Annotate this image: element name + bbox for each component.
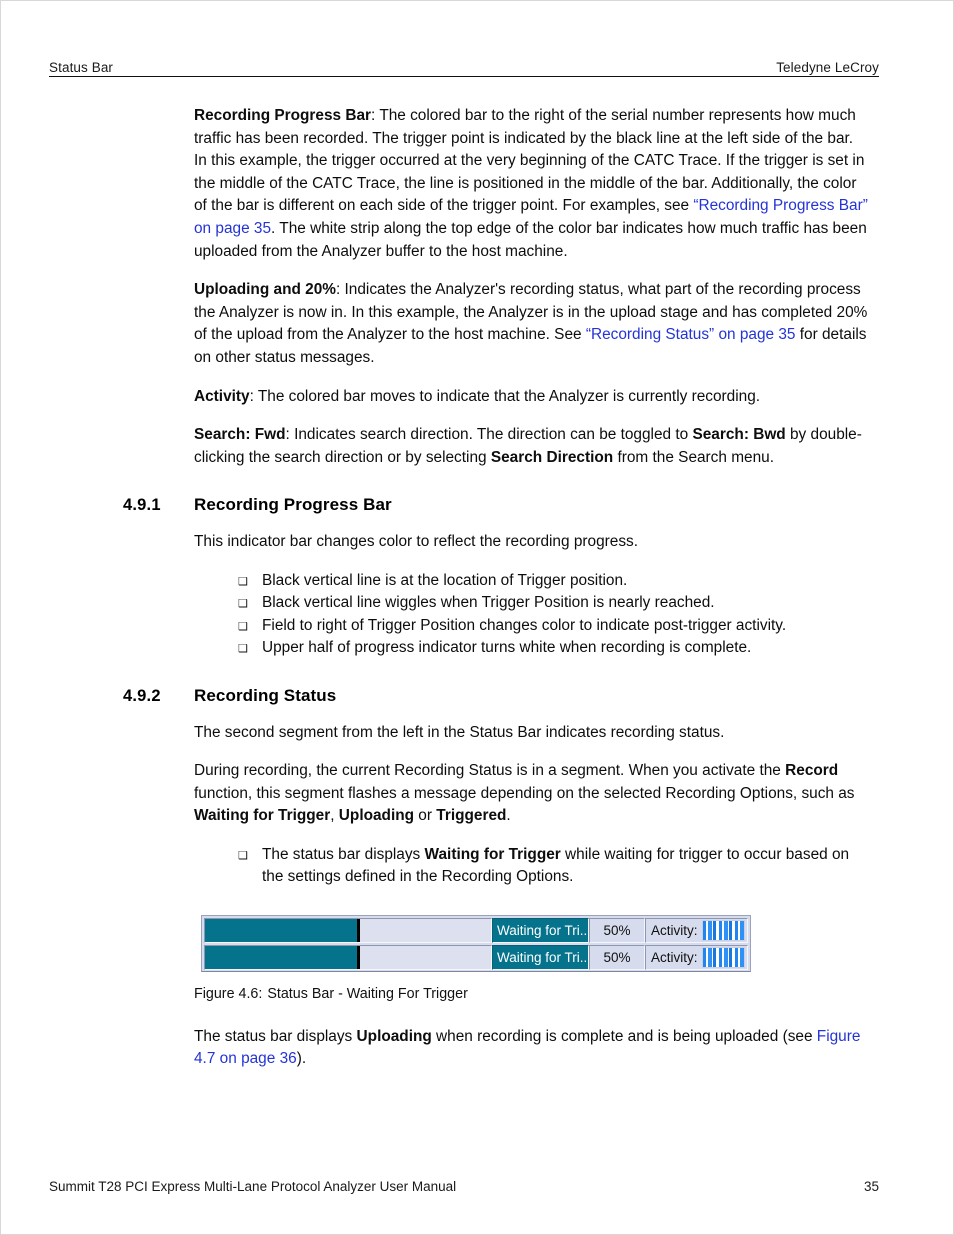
paragraph-492-text-b: function, this segment flashes a message… — [194, 784, 855, 802]
recording-progress-bar[interactable] — [204, 917, 492, 943]
term-search-direction: Search Direction — [490, 448, 614, 466]
status-bar-row: Waiting for Tri... 50% Activity: — [204, 917, 748, 943]
list-item: ❑ Black vertical line is at the location … — [238, 570, 870, 592]
footer-left-text: Summit T28 PCI Express Multi-Lane Protoc… — [49, 1179, 457, 1194]
bullet-list-492: ❑ The status bar displays Waiting for Tri… — [194, 844, 870, 889]
cross-reference-link-recording-status[interactable]: “Recording Status” on page 35 — [586, 326, 796, 343]
activity-label: Activity: — [651, 949, 698, 965]
paragraph-492-text-e: . — [506, 807, 511, 825]
term-triggered: Triggered — [436, 807, 507, 825]
activity-indicator-bar — [701, 946, 745, 968]
closing-text-b: when recording is complete and is being … — [431, 1027, 817, 1045]
recording-progress-bar[interactable] — [204, 944, 492, 970]
paragraph-search-fwd: Search: Fwd: Indicates search direction.… — [194, 424, 870, 469]
list-item: ❑ Upper half of progress indicator turns … — [238, 637, 870, 659]
term-search-fwd: Search: Fwd — [194, 426, 286, 444]
document-page: Status Bar Teledyne LeCroy Recording Pro… — [0, 0, 954, 1235]
recording-status-segment[interactable]: Waiting for Tri... — [492, 944, 589, 970]
paragraph-492-intro: The second segment from the left in the … — [194, 723, 725, 741]
percent-segment[interactable]: 50% — [589, 944, 645, 970]
term-waiting-for-trigger-bullet: Waiting for Trigger — [424, 845, 561, 863]
list-item: ❑ Black vertical line wiggles when Trigge… — [238, 592, 870, 614]
section-heading-4-9-2: 4.9.2 Recording Status — [123, 686, 870, 706]
square-bullet-icon: ❑ — [238, 849, 248, 862]
paragraph-recording-progress-bar: Recording Progress Bar: The colored bar … — [194, 105, 870, 263]
running-header: Status Bar Teledyne LeCroy — [49, 49, 879, 75]
paragraph-492-text-a: During recording, the current Recording … — [194, 762, 786, 780]
closing-text-a: The status bar displays — [194, 1027, 357, 1045]
paragraph-activity: Activity: The colored bar moves to indic… — [194, 386, 870, 409]
activity-indicator-bar — [701, 919, 745, 941]
paragraph-1-text-b: . The white strip along the top edge of … — [194, 219, 867, 260]
closing-text-c: ). — [296, 1050, 307, 1068]
paragraph-492-during-recording: During recording, the current Recording … — [194, 760, 870, 828]
term-activity: Activity — [194, 387, 250, 405]
paragraph-492-text-d: or — [414, 807, 437, 825]
figure-4-6: Waiting for Tri... 50% Activity: Waiting… — [194, 914, 751, 1002]
square-bullet-icon: ❑ — [238, 620, 248, 633]
paragraph-4-text-c: from the Search menu. — [613, 448, 774, 466]
figure-caption-text: Status Bar - Waiting For Trigger — [267, 985, 468, 1002]
header-right-text: Teledyne LeCroy — [776, 60, 879, 75]
term-uploading: Uploading — [338, 807, 415, 825]
term-recording-progress-bar: Recording Progress Bar — [194, 107, 372, 124]
section-number-4-9-2: 4.9.2 — [123, 686, 161, 705]
list-item-text: Black vertical line wiggles when Trigger… — [262, 594, 715, 612]
header-divider — [49, 76, 879, 77]
bullet-list-491: ❑ Black vertical line is at the location … — [194, 570, 870, 660]
term-record: Record — [785, 762, 839, 780]
section-title-4-9-1: Recording Progress Bar — [194, 495, 392, 515]
term-waiting-for-trigger: Waiting for Trigger — [194, 807, 331, 825]
term-search-bwd: Search: Bwd — [692, 426, 786, 444]
footer-page-number: 35 — [863, 1179, 879, 1194]
progress-fill — [205, 918, 357, 942]
list-item-text: Upper half of progress indicator turns w… — [262, 639, 752, 657]
square-bullet-icon: ❑ — [238, 575, 248, 588]
term-uploading-and-20: Uploading and 20% — [194, 281, 336, 299]
header-left-text: Status Bar — [49, 60, 114, 75]
recording-status-segment[interactable]: Waiting for Tri... — [492, 917, 589, 943]
trigger-position-line — [356, 945, 360, 969]
figure-caption: Figure 4.6: Status Bar - Waiting For Trig… — [194, 986, 751, 1002]
page-content: Recording Progress Bar : The colored bar … — [123, 105, 870, 1071]
figure-caption-number: Figure 4.6: — [194, 985, 263, 1002]
activity-label: Activity: — [651, 922, 698, 938]
square-bullet-icon: ❑ — [238, 643, 248, 656]
paragraph-491-intro: This indicator bar changes color to refl… — [194, 533, 638, 551]
paragraph-4-text-a: : Indicates search direction. The direct… — [285, 426, 693, 444]
trigger-position-line — [356, 918, 360, 942]
list-item-text-a: The status bar displays — [262, 845, 425, 863]
list-item-text: Field to right of Trigger Position chang… — [262, 616, 787, 634]
square-bullet-icon: ❑ — [238, 598, 248, 611]
status-bar-widget: Waiting for Tri... 50% Activity: Waiting… — [201, 914, 751, 972]
term-uploading-closing: Uploading — [356, 1027, 432, 1045]
paragraph-uploading-and-20: Uploading and 20%: Indicates the Analyze… — [194, 279, 870, 369]
activity-segment[interactable]: Activity: — [645, 917, 748, 943]
percent-segment[interactable]: 50% — [589, 917, 645, 943]
list-item: ❑ Field to right of Trigger Position chan… — [238, 615, 870, 637]
section-heading-4-9-1: 4.9.1 Recording Progress Bar — [123, 495, 870, 515]
list-item: ❑ The status bar displays Waiting for Tri… — [238, 844, 870, 889]
section-number-4-9-1: 4.9.1 — [123, 496, 161, 515]
progress-fill — [205, 945, 357, 969]
paragraph-closing-uploading: The status bar displays Uploading when r… — [194, 1026, 870, 1071]
status-bar-row: Waiting for Tri... 50% Activity: — [204, 944, 748, 970]
section-title-4-9-2: Recording Status — [194, 685, 337, 705]
running-footer: Summit T28 PCI Express Multi-Lane Protoc… — [49, 1179, 879, 1194]
list-item-text: Black vertical line is at the location o… — [262, 571, 628, 589]
activity-segment[interactable]: Activity: — [645, 944, 748, 970]
paragraph-3-text: : The colored bar moves to indicate that… — [249, 387, 761, 405]
paragraph-492-text-c: , — [330, 807, 339, 825]
